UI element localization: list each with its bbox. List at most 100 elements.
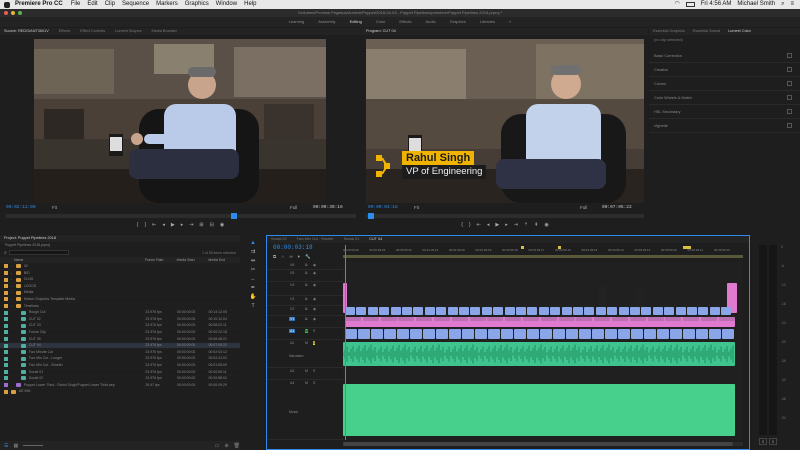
video-clip[interactable] — [561, 307, 572, 315]
label-color-swatch[interactable] — [4, 363, 8, 368]
work-area-bar[interactable] — [343, 255, 743, 258]
workspaces-more-icon[interactable]: » — [509, 17, 511, 27]
sync-lock-icon[interactable]: ⧉ — [305, 263, 308, 267]
overwrite-icon[interactable]: ⊟ — [210, 222, 214, 228]
video-clip[interactable] — [675, 307, 686, 315]
minimize-window-icon[interactable] — [11, 11, 15, 15]
audio-clip[interactable] — [683, 329, 695, 339]
column-media-start[interactable]: Media Start — [177, 257, 209, 264]
tab-sequence-two-min-shorter[interactable]: Two Min Cut - Shorter — [297, 236, 334, 243]
go-to-out-icon[interactable]: ⇥ — [514, 222, 518, 228]
section-creative[interactable]: Creative — [649, 63, 800, 77]
clock[interactable]: Fri 4:56 AM — [701, 0, 732, 9]
enable-checkbox[interactable] — [787, 67, 792, 72]
tab-source[interactable]: Source: REDGIANT3601V — [4, 28, 49, 35]
label-color-swatch[interactable] — [4, 376, 8, 381]
label-color-swatch[interactable] — [4, 383, 8, 388]
label-color-swatch[interactable] — [4, 330, 8, 335]
label-color-swatch[interactable] — [4, 350, 8, 355]
export-frame-icon[interactable]: ◉ — [220, 222, 224, 228]
workspace-assembly[interactable]: Assembly — [318, 17, 335, 27]
section-basic-correction[interactable]: Basic Correction — [649, 49, 800, 63]
track-target-label[interactable]: A3 — [289, 369, 295, 373]
video-clip[interactable] — [664, 307, 675, 315]
track-header-a3[interactable]: A3 M S — [267, 368, 343, 380]
video-clip[interactable] — [718, 317, 735, 321]
label-color-swatch[interactable] — [4, 369, 8, 374]
sync-lock-icon[interactable]: ⧉ — [305, 297, 308, 301]
video-clip[interactable] — [698, 307, 709, 315]
video-clip[interactable] — [380, 317, 397, 321]
track-target-label[interactable]: A1 — [289, 329, 296, 333]
video-clip[interactable] — [504, 307, 515, 315]
label-color-swatch[interactable] — [4, 303, 8, 308]
step-back-icon[interactable]: ◂ — [487, 222, 490, 228]
lift-icon[interactable]: ⇡ — [524, 222, 528, 228]
track-target-label[interactable]: V5 — [289, 271, 295, 275]
marker[interactable] — [558, 246, 561, 249]
video-clip[interactable] — [687, 307, 697, 315]
audio-clip[interactable] — [514, 329, 526, 339]
tab-media-browser[interactable]: Media Browser — [152, 28, 177, 35]
video-clip[interactable] — [402, 307, 412, 315]
audio-clip[interactable] — [553, 329, 565, 339]
marker[interactable] — [683, 246, 691, 249]
wrench-icon[interactable]: 🔧 — [305, 254, 311, 260]
label-color-swatch[interactable] — [4, 270, 8, 275]
project-item-row[interactable]: ›AE BIN — [0, 389, 240, 396]
battery-icon[interactable] — [685, 2, 695, 7]
workspace-editing[interactable]: Editing — [350, 17, 362, 27]
slip-tool-icon[interactable]: ↔ — [250, 276, 256, 282]
wifi-icon[interactable]: ◠ — [674, 0, 679, 9]
video-clip[interactable] — [540, 317, 557, 321]
label-color-swatch[interactable] — [4, 356, 8, 361]
audio-clip[interactable] — [358, 329, 370, 339]
icon-view-icon[interactable]: ▦ — [13, 443, 18, 449]
video-clip[interactable] — [527, 307, 538, 315]
track-header-v3[interactable]: V3 ⧉ ◉ — [267, 296, 343, 306]
audio-clip[interactable] — [579, 329, 591, 339]
video-clip[interactable] — [636, 286, 644, 308]
menu-sequence[interactable]: Sequence — [122, 0, 149, 9]
track-header-v4[interactable]: V4 ⧉ ◉ — [267, 282, 343, 296]
video-clip[interactable] — [481, 307, 492, 315]
program-current-timecode[interactable]: 00:00:03:18 — [368, 204, 398, 212]
tab-program[interactable]: Program: CUT 04 — [366, 28, 396, 35]
enable-checkbox[interactable] — [787, 53, 792, 58]
tab-project[interactable]: Project: Puppet Pipelines 2018 — [4, 235, 56, 242]
label-color-swatch[interactable] — [4, 317, 8, 322]
source-current-timecode[interactable]: 00:02:11:06 — [6, 204, 36, 212]
step-forward-icon[interactable]: ▸ — [181, 222, 184, 228]
video-clip[interactable] — [652, 307, 663, 315]
program-playhead[interactable] — [368, 213, 374, 219]
video-clip[interactable] — [618, 307, 629, 315]
go-to-in-icon[interactable]: ⇤ — [152, 222, 156, 228]
play-icon[interactable]: ▶ — [495, 222, 499, 228]
enable-checkbox[interactable] — [787, 109, 792, 114]
video-clip[interactable] — [599, 286, 607, 308]
solo-button[interactable]: S — [313, 381, 315, 385]
audio-clip[interactable] — [540, 329, 552, 339]
workspace-learning[interactable]: Learning — [289, 17, 305, 27]
insert-icon[interactable]: ⊞ — [199, 222, 203, 228]
toggle-output-icon[interactable]: ◉ — [313, 271, 316, 275]
track-header-a2[interactable]: A2 M S Narration — [267, 340, 343, 368]
linked-selection-icon[interactable]: ∞ — [289, 254, 292, 260]
play-icon[interactable]: ▶ — [171, 222, 175, 228]
audio-clip[interactable] — [566, 329, 578, 339]
ripple-edit-tool-icon[interactable]: ⇹ — [251, 258, 256, 264]
audio-clip[interactable] — [670, 329, 682, 339]
audio-clip[interactable] — [696, 329, 708, 339]
track-target-label[interactable]: A4 — [289, 381, 295, 385]
audio-clip[interactable] — [722, 329, 734, 339]
video-clip[interactable] — [523, 317, 539, 321]
toggle-output-icon[interactable]: ◉ — [313, 297, 316, 301]
solo-button[interactable]: S — [769, 438, 777, 445]
music-audio-clip[interactable] — [343, 384, 735, 436]
track-target-label[interactable]: V4 — [289, 283, 295, 287]
audio-clip[interactable] — [488, 329, 500, 339]
tab-sequence-social-01[interactable]: Social 01 — [344, 236, 360, 243]
video-clip[interactable] — [516, 307, 526, 315]
trash-icon[interactable]: 🗑 — [234, 443, 240, 449]
source-video-frame[interactable] — [34, 39, 326, 203]
